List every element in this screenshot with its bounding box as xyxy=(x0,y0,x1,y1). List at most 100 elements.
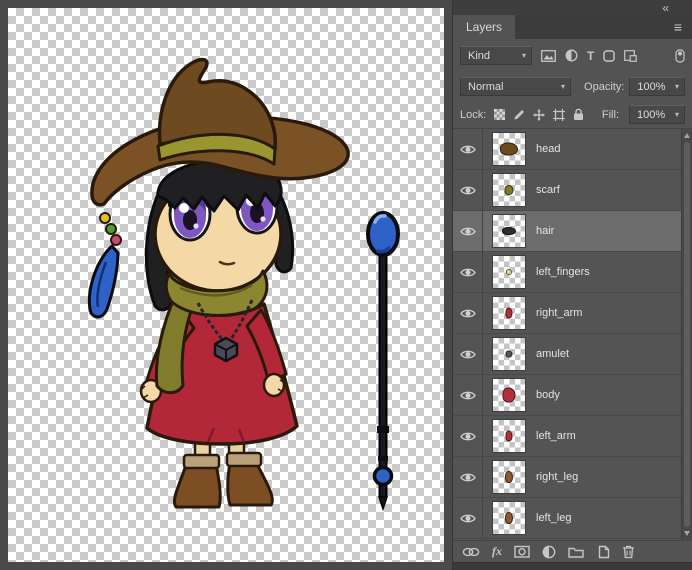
lock-label: Lock: xyxy=(460,108,487,121)
layer-thumb-blob xyxy=(505,471,513,483)
layer-thumb-blob xyxy=(505,512,513,524)
panel-tab-bar: Layers ≡ xyxy=(453,15,692,39)
panel-group-header: « xyxy=(453,0,692,15)
layer-visibility-toggle[interactable] xyxy=(453,170,483,210)
eye-icon xyxy=(459,145,476,153)
blend-mode-select[interactable]: Normal ▾ xyxy=(460,77,572,96)
delete-layer-trash-icon[interactable] xyxy=(622,545,635,559)
kind-filter-select[interactable]: Kind ▾ xyxy=(460,46,532,65)
layer-visibility-toggle[interactable] xyxy=(453,375,483,415)
add-layer-mask-icon[interactable] xyxy=(514,545,530,558)
layer-row[interactable]: head xyxy=(453,129,681,170)
layer-thumbnail[interactable] xyxy=(492,501,526,535)
layer-visibility-toggle[interactable] xyxy=(453,252,483,292)
layer-thumbnail[interactable] xyxy=(492,255,526,289)
lock-options-row: Lock: Fill: 100% ▾ xyxy=(453,101,692,129)
layer-row[interactable]: right_leg xyxy=(453,457,681,498)
lock-all-padlock-icon[interactable] xyxy=(573,108,584,121)
layer-thumb-blob xyxy=(500,142,518,156)
layer-thumbnail[interactable] xyxy=(492,173,526,207)
fill-value-select[interactable]: 100% ▾ xyxy=(629,105,685,124)
scroll-up-icon[interactable] xyxy=(684,133,690,138)
staff-art xyxy=(366,211,400,512)
layer-thumb-blob xyxy=(502,387,516,403)
layer-thumbnail[interactable] xyxy=(492,132,526,166)
eye-icon xyxy=(459,227,476,235)
adjustment-layer-filter-icon[interactable] xyxy=(565,49,578,62)
eye-icon xyxy=(459,432,476,440)
opacity-label[interactable]: Opacity: xyxy=(584,81,624,93)
smart-object-filter-icon[interactable] xyxy=(624,49,638,62)
link-layers-icon[interactable] xyxy=(462,547,480,557)
layer-row[interactable]: left_fingers xyxy=(453,252,681,293)
shape-layer-filter-icon[interactable] xyxy=(603,49,616,62)
layer-thumb-blob xyxy=(505,350,513,358)
layer-thumbnail[interactable] xyxy=(492,214,526,248)
eye-icon xyxy=(459,268,476,276)
layer-name: hair xyxy=(536,225,555,237)
canvas-area xyxy=(0,0,452,570)
layer-row[interactable]: amulet xyxy=(453,334,681,375)
pixel-layer-filter-icon[interactable] xyxy=(541,49,556,62)
layer-row[interactable]: left_arm xyxy=(453,416,681,457)
layer-thumbnail[interactable] xyxy=(492,337,526,371)
layer-visibility-toggle[interactable] xyxy=(453,416,483,456)
layer-row[interactable]: scarf xyxy=(453,170,681,211)
layer-name: left_leg xyxy=(536,512,572,524)
new-group-folder-icon[interactable] xyxy=(568,546,584,558)
opacity-value: 100% xyxy=(637,80,666,93)
layer-row[interactable]: hair xyxy=(453,211,681,252)
layer-visibility-toggle[interactable] xyxy=(453,293,483,333)
scrollbar-thumb[interactable] xyxy=(684,142,690,527)
layer-row[interactable]: left_leg xyxy=(453,498,681,539)
lock-position-move-icon[interactable] xyxy=(533,108,546,121)
fill-label[interactable]: Fill: xyxy=(602,109,619,121)
panel-menu-icon[interactable]: ≡ xyxy=(664,15,692,39)
layer-name: body xyxy=(536,389,560,401)
chevron-down-icon: ▾ xyxy=(521,51,526,60)
layer-row[interactable]: body xyxy=(453,375,681,416)
blend-options-row: Normal ▾ Opacity: 100% ▾ xyxy=(453,72,692,101)
kind-filter-label: Kind xyxy=(468,49,491,62)
character-art xyxy=(87,57,350,509)
document-canvas[interactable] xyxy=(8,8,444,562)
layers-scrollbar[interactable] xyxy=(681,129,692,540)
lock-artboard-icon[interactable] xyxy=(553,108,566,121)
photoshop-window: « Layers ≡ Kind ▾ T Normal ▾ Opacity: 10… xyxy=(0,0,692,570)
layer-thumbnail[interactable] xyxy=(492,296,526,330)
layer-filter-row: Kind ▾ T xyxy=(453,39,692,72)
collapse-panel-icon[interactable]: « xyxy=(662,2,669,14)
layer-visibility-toggle[interactable] xyxy=(453,129,483,169)
new-adjustment-layer-icon[interactable] xyxy=(542,545,556,559)
layer-name: head xyxy=(536,143,561,155)
panel-bottom-strip xyxy=(453,562,692,570)
layer-style-fx-icon[interactable]: fx xyxy=(492,544,502,559)
layers-rows: head scarf hair left_fingers right_arm a… xyxy=(453,129,681,539)
layer-visibility-toggle[interactable] xyxy=(453,211,483,251)
opacity-value-select[interactable]: 100% ▾ xyxy=(629,77,685,96)
eye-icon xyxy=(459,309,476,317)
layer-thumbnail[interactable] xyxy=(492,378,526,412)
scroll-down-icon[interactable] xyxy=(684,531,690,536)
eye-icon xyxy=(459,391,476,399)
layer-thumbnail[interactable] xyxy=(492,419,526,453)
new-layer-icon[interactable] xyxy=(596,545,610,559)
layer-row[interactable]: right_arm xyxy=(453,293,681,334)
layer-thumb-blob xyxy=(504,185,514,195)
layer-visibility-toggle[interactable] xyxy=(453,334,483,374)
type-layer-filter-icon[interactable]: T xyxy=(587,50,594,62)
boots-art xyxy=(172,451,274,509)
tab-layers[interactable]: Layers xyxy=(453,15,516,39)
layer-filtering-toggle-icon[interactable] xyxy=(675,48,685,63)
layer-thumb-blob xyxy=(505,430,513,442)
layer-name: amulet xyxy=(536,348,570,360)
lock-image-pixels-brush-icon[interactable] xyxy=(513,109,525,121)
layer-thumbnail[interactable] xyxy=(492,460,526,494)
eye-icon xyxy=(459,186,476,194)
chevron-down-icon: ▾ xyxy=(561,82,566,91)
layer-name: left_fingers xyxy=(536,266,590,278)
layer-visibility-toggle[interactable] xyxy=(453,457,483,497)
layer-visibility-toggle[interactable] xyxy=(453,498,483,538)
eye-icon xyxy=(459,473,476,481)
lock-transparent-pixels-icon[interactable] xyxy=(494,109,506,120)
